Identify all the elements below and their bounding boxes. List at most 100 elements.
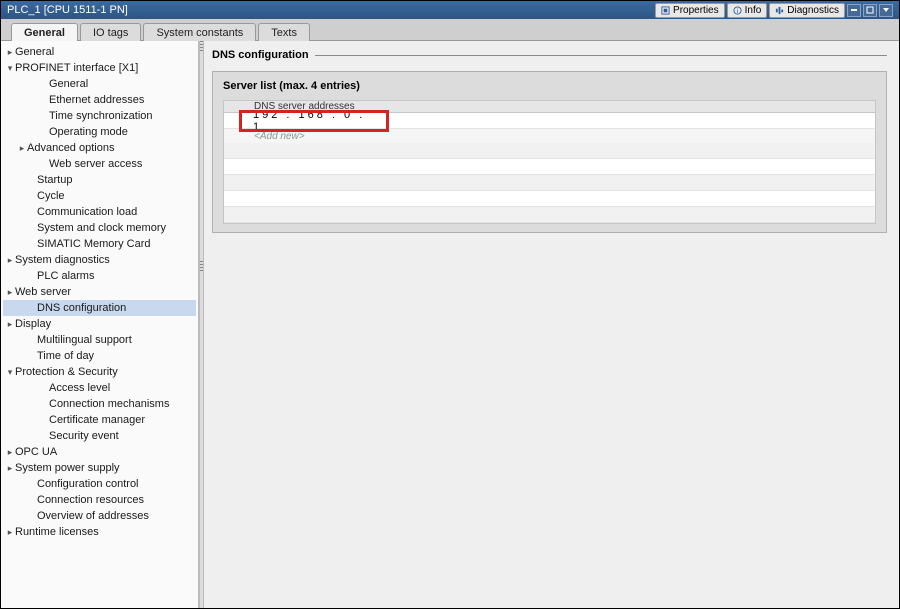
tree-item-label: Multilingual support <box>15 333 132 347</box>
tree-item-label: OPC UA <box>15 445 57 459</box>
diagnostics-label: Diagnostics <box>787 5 839 16</box>
tree-item-label: Runtime licenses <box>15 525 99 539</box>
chevron-right-icon[interactable]: ▸ <box>5 253 15 267</box>
maximize-button[interactable] <box>863 4 877 17</box>
chevron-right-icon[interactable]: ▸ <box>5 461 15 475</box>
tree-item-label: Time synchronization <box>15 109 153 123</box>
window-titlebar: PLC_1 [CPU 1511-1 PN] Properties i Info … <box>1 1 899 19</box>
tree-item-connection-mechanisms[interactable]: Connection mechanisms <box>3 396 196 412</box>
tree-item-system-and-clock-memory[interactable]: System and clock memory <box>3 220 196 236</box>
tree-item-multilingual-support[interactable]: Multilingual support <box>3 332 196 348</box>
properties-icon <box>661 6 670 15</box>
chevron-right-icon[interactable]: ▸ <box>5 525 15 539</box>
dock-button[interactable] <box>879 4 893 17</box>
tree-item-certificate-manager[interactable]: Certificate manager <box>3 412 196 428</box>
chevron-right-icon[interactable]: ▸ <box>5 45 15 59</box>
tree-item-web-server[interactable]: ▸Web server <box>3 284 196 300</box>
splitter[interactable] <box>199 41 204 608</box>
tree-item-cycle[interactable]: Cycle <box>3 188 196 204</box>
info-button[interactable]: i Info <box>727 3 768 18</box>
section-heading: DNS configuration <box>212 49 309 61</box>
tree-item-profinet-interface-x1[interactable]: ▾PROFINET interface [X1] <box>3 60 196 76</box>
tree-item-label: System and clock memory <box>15 221 166 235</box>
tree-item-ethernet-addresses[interactable]: Ethernet addresses <box>3 92 196 108</box>
tree-item-advanced-options[interactable]: ▸Advanced options <box>3 140 196 156</box>
tree-item-web-server-access[interactable]: Web server access <box>3 156 196 172</box>
chevron-right-icon[interactable]: ▸ <box>5 445 15 459</box>
tab-bar: General IO tags System constants Texts <box>1 19 899 41</box>
tree-item-access-level[interactable]: Access level <box>3 380 196 396</box>
tree-item-label: Operating mode <box>15 125 128 139</box>
info-icon: i <box>733 6 742 15</box>
maximize-icon <box>866 6 874 14</box>
content-pane: DNS configuration Server list (max. 4 en… <box>204 41 899 608</box>
tree-item-label: Web server access <box>15 157 142 171</box>
chevron-right-icon[interactable]: ▸ <box>17 141 27 155</box>
dns-table: DNS server addresses 192 . 168 . 0 . 1 <… <box>223 100 876 224</box>
diagnostics-button[interactable]: Diagnostics <box>769 3 845 18</box>
tree-item-label: Cycle <box>15 189 65 203</box>
table-row <box>224 143 875 159</box>
tree-item-general[interactable]: General <box>3 76 196 92</box>
tree-item-operating-mode[interactable]: Operating mode <box>3 124 196 140</box>
tree-item-label: Startup <box>15 173 72 187</box>
tree-item-label: Protection & Security <box>15 365 118 379</box>
tree-item-time-of-day[interactable]: Time of day <box>3 348 196 364</box>
tree-item-runtime-licenses[interactable]: ▸Runtime licenses <box>3 524 196 540</box>
tree-item-connection-resources[interactable]: Connection resources <box>3 492 196 508</box>
dns-address-input[interactable]: 192 . 168 . 0 . 1 <box>246 114 376 128</box>
svg-text:i: i <box>736 8 737 15</box>
nav-tree[interactable]: ▸General▾PROFINET interface [X1]GeneralE… <box>1 41 199 608</box>
properties-button[interactable]: Properties <box>655 3 725 18</box>
tab-texts[interactable]: Texts <box>258 23 310 41</box>
tree-item-label: PLC alarms <box>15 269 94 283</box>
tab-system-constants[interactable]: System constants <box>143 23 256 41</box>
tree-item-configuration-control[interactable]: Configuration control <box>3 476 196 492</box>
tree-item-label: Connection mechanisms <box>15 397 169 411</box>
tree-item-label: Connection resources <box>15 493 144 507</box>
tree-item-label: Display <box>15 317 51 331</box>
window-title: PLC_1 [CPU 1511-1 PN] <box>7 4 128 16</box>
tree-item-overview-of-addresses[interactable]: Overview of addresses <box>3 508 196 524</box>
tree-item-label: DNS configuration <box>15 301 126 315</box>
table-row <box>224 191 875 207</box>
tree-item-label: Web server <box>15 285 71 299</box>
tree-item-label: Certificate manager <box>15 413 145 427</box>
tree-item-communication-load[interactable]: Communication load <box>3 204 196 220</box>
dock-icon <box>882 6 890 14</box>
tree-item-security-event[interactable]: Security event <box>3 428 196 444</box>
properties-label: Properties <box>673 5 719 16</box>
chevron-down-icon[interactable]: ▾ <box>5 61 15 75</box>
chevron-right-icon[interactable]: ▸ <box>5 317 15 331</box>
collapse-button[interactable] <box>847 4 861 17</box>
tree-item-label: PROFINET interface [X1] <box>15 61 138 75</box>
table-row <box>224 207 875 223</box>
table-row <box>224 159 875 175</box>
info-label: Info <box>745 5 762 16</box>
table-row <box>224 175 875 191</box>
tree-item-general[interactable]: ▸General <box>3 44 196 60</box>
tree-item-label: General <box>15 45 54 59</box>
tree-item-label: Access level <box>15 381 110 395</box>
tree-item-label: Ethernet addresses <box>15 93 144 107</box>
server-list-panel: Server list (max. 4 entries) DNS server … <box>212 71 887 233</box>
tab-general[interactable]: General <box>11 23 78 41</box>
tree-item-label: Time of day <box>15 349 94 363</box>
chevron-right-icon[interactable]: ▸ <box>5 285 15 299</box>
table-row[interactable]: 192 . 168 . 0 . 1 <box>224 113 875 129</box>
tab-io-tags[interactable]: IO tags <box>80 23 141 41</box>
panel-title: Server list (max. 4 entries) <box>223 80 876 92</box>
tree-item-dns-configuration[interactable]: DNS configuration <box>3 300 196 316</box>
tree-item-time-synchronization[interactable]: Time synchronization <box>3 108 196 124</box>
tree-item-label: Communication load <box>15 205 137 219</box>
tree-item-protection-security[interactable]: ▾Protection & Security <box>3 364 196 380</box>
tree-item-system-diagnostics[interactable]: ▸System diagnostics <box>3 252 196 268</box>
tree-item-plc-alarms[interactable]: PLC alarms <box>3 268 196 284</box>
tree-item-label: SIMATIC Memory Card <box>15 237 150 251</box>
tree-item-simatic-memory-card[interactable]: SIMATIC Memory Card <box>3 236 196 252</box>
tree-item-startup[interactable]: Startup <box>3 172 196 188</box>
chevron-down-icon[interactable]: ▾ <box>5 365 15 379</box>
tree-item-system-power-supply[interactable]: ▸System power supply <box>3 460 196 476</box>
tree-item-opc-ua[interactable]: ▸OPC UA <box>3 444 196 460</box>
tree-item-display[interactable]: ▸Display <box>3 316 196 332</box>
